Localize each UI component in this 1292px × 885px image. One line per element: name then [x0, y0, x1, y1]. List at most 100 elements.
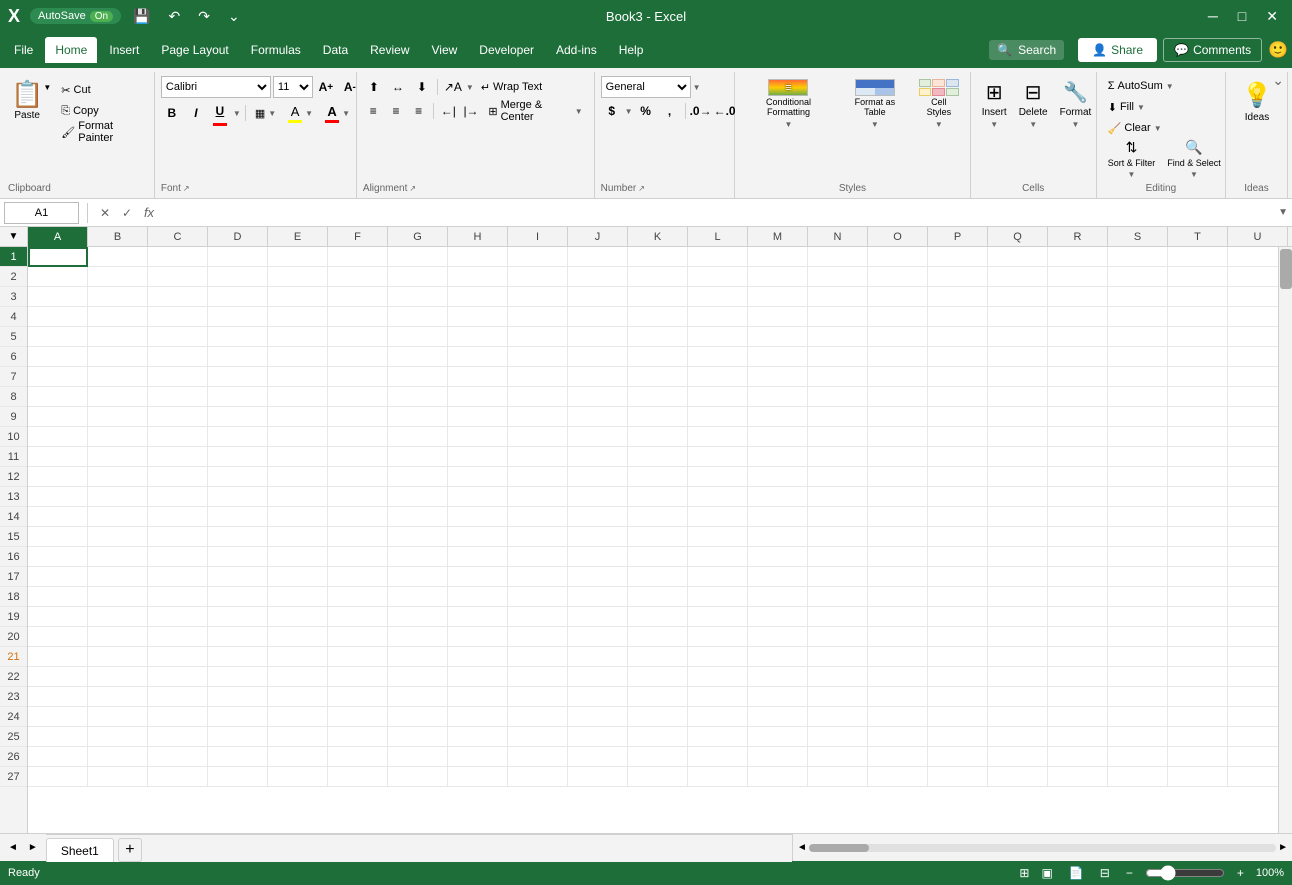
cell-H16[interactable]: [448, 547, 508, 567]
cell-R6[interactable]: [1048, 347, 1108, 367]
cell-B27[interactable]: [88, 767, 148, 787]
cell-U22[interactable]: [1228, 667, 1278, 687]
cell-C8[interactable]: [148, 387, 208, 407]
col-header-L[interactable]: L: [688, 227, 748, 247]
cell-L25[interactable]: [688, 727, 748, 747]
cell-R21[interactable]: [1048, 647, 1108, 667]
row-num-4[interactable]: 4: [0, 307, 27, 327]
cell-F10[interactable]: [328, 427, 388, 447]
cell-R1[interactable]: [1048, 247, 1108, 267]
cell-J23[interactable]: [568, 687, 628, 707]
cell-H19[interactable]: [448, 607, 508, 627]
cell-A18[interactable]: [28, 587, 88, 607]
cell-R5[interactable]: [1048, 327, 1108, 347]
cell-F11[interactable]: [328, 447, 388, 467]
cell-L20[interactable]: [688, 627, 748, 647]
cell-A9[interactable]: [28, 407, 88, 427]
cell-O21[interactable]: [868, 647, 928, 667]
menu-view[interactable]: View: [422, 37, 468, 63]
row-num-2[interactable]: 2: [0, 267, 27, 287]
cell-M27[interactable]: [748, 767, 808, 787]
cell-O9[interactable]: [868, 407, 928, 427]
cell-D8[interactable]: [208, 387, 268, 407]
decrease-indent-button[interactable]: ←|: [438, 100, 459, 122]
cell-E15[interactable]: [268, 527, 328, 547]
cell-U18[interactable]: [1228, 587, 1278, 607]
cell-L18[interactable]: [688, 587, 748, 607]
cell-Q17[interactable]: [988, 567, 1048, 587]
cell-T9[interactable]: [1168, 407, 1228, 427]
cell-H12[interactable]: [448, 467, 508, 487]
cell-L6[interactable]: [688, 347, 748, 367]
cell-R13[interactable]: [1048, 487, 1108, 507]
cell-P5[interactable]: [928, 327, 988, 347]
cell-T3[interactable]: [1168, 287, 1228, 307]
cell-I17[interactable]: [508, 567, 568, 587]
row-num-1[interactable]: 1: [0, 247, 27, 267]
cell-R26[interactable]: [1048, 747, 1108, 767]
cell-M11[interactable]: [748, 447, 808, 467]
cell-A15[interactable]: [28, 527, 88, 547]
cell-H22[interactable]: [448, 667, 508, 687]
col-header-O[interactable]: O: [868, 227, 928, 247]
cell-O24[interactable]: [868, 707, 928, 727]
cell-U24[interactable]: [1228, 707, 1278, 727]
cell-A4[interactable]: [28, 307, 88, 327]
cell-O17[interactable]: [868, 567, 928, 587]
cell-S9[interactable]: [1108, 407, 1168, 427]
cell-S7[interactable]: [1108, 367, 1168, 387]
cell-N24[interactable]: [808, 707, 868, 727]
cell-G10[interactable]: [388, 427, 448, 447]
cell-G23[interactable]: [388, 687, 448, 707]
cell-N23[interactable]: [808, 687, 868, 707]
cell-Q24[interactable]: [988, 707, 1048, 727]
cell-C25[interactable]: [148, 727, 208, 747]
col-header-U[interactable]: U: [1228, 227, 1288, 247]
cell-S2[interactable]: [1108, 267, 1168, 287]
cell-E11[interactable]: [268, 447, 328, 467]
autosum-button[interactable]: Σ AutoSum ▼: [1103, 76, 1226, 96]
cell-B7[interactable]: [88, 367, 148, 387]
cell-R2[interactable]: [1048, 267, 1108, 287]
cell-N27[interactable]: [808, 767, 868, 787]
cell-I9[interactable]: [508, 407, 568, 427]
cell-P8[interactable]: [928, 387, 988, 407]
cell-O3[interactable]: [868, 287, 928, 307]
cell-P15[interactable]: [928, 527, 988, 547]
cell-R7[interactable]: [1048, 367, 1108, 387]
copy-button[interactable]: ⎘ Copy: [56, 101, 148, 121]
cell-I8[interactable]: [508, 387, 568, 407]
cell-M4[interactable]: [748, 307, 808, 327]
cell-D19[interactable]: [208, 607, 268, 627]
col-header-E[interactable]: E: [268, 227, 328, 247]
cell-S6[interactable]: [1108, 347, 1168, 367]
cell-A8[interactable]: [28, 387, 88, 407]
cell-J26[interactable]: [568, 747, 628, 767]
col-header-M[interactable]: M: [748, 227, 808, 247]
cell-A27[interactable]: [28, 767, 88, 787]
row-num-18[interactable]: 18: [0, 587, 27, 607]
cell-Q21[interactable]: [988, 647, 1048, 667]
cell-R25[interactable]: [1048, 727, 1108, 747]
font-name-select[interactable]: Calibri: [161, 76, 271, 98]
cell-Q7[interactable]: [988, 367, 1048, 387]
cell-C23[interactable]: [148, 687, 208, 707]
cell-F5[interactable]: [328, 327, 388, 347]
cell-S24[interactable]: [1108, 707, 1168, 727]
cell-O14[interactable]: [868, 507, 928, 527]
cell-P18[interactable]: [928, 587, 988, 607]
cell-I21[interactable]: [508, 647, 568, 667]
cell-D17[interactable]: [208, 567, 268, 587]
cell-T18[interactable]: [1168, 587, 1228, 607]
col-header-G[interactable]: G: [388, 227, 448, 247]
menu-developer[interactable]: Developer: [469, 37, 544, 63]
cell-U13[interactable]: [1228, 487, 1278, 507]
cell-U12[interactable]: [1228, 467, 1278, 487]
cell-R23[interactable]: [1048, 687, 1108, 707]
cell-U4[interactable]: [1228, 307, 1278, 327]
row-num-14[interactable]: 14: [0, 507, 27, 527]
cell-N8[interactable]: [808, 387, 868, 407]
cell-R12[interactable]: [1048, 467, 1108, 487]
cell-B22[interactable]: [88, 667, 148, 687]
cell-A10[interactable]: [28, 427, 88, 447]
